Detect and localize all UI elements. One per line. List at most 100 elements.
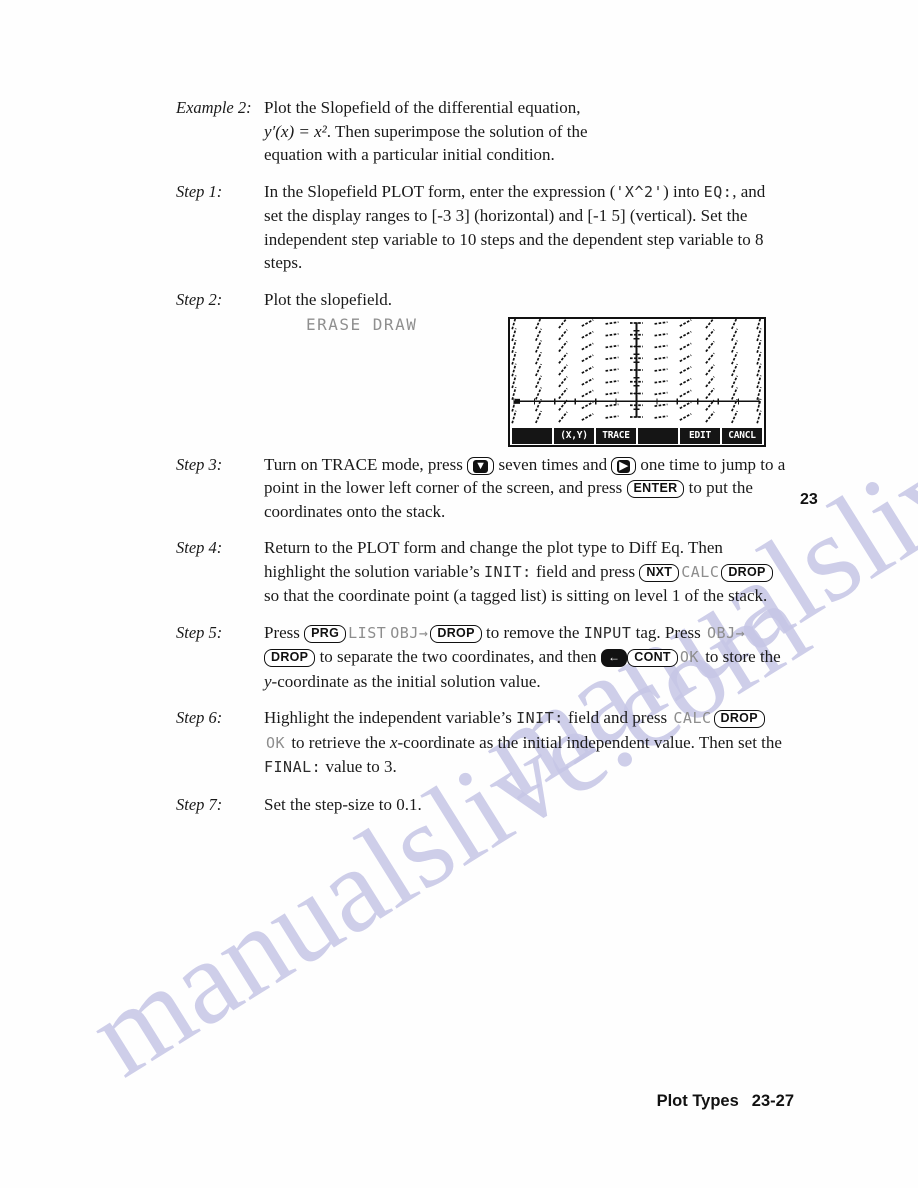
example-equation: y′(x) = x² <box>264 121 327 141</box>
trace-cursor <box>515 398 520 404</box>
slope-tick <box>558 329 568 341</box>
slope-tick <box>756 410 762 424</box>
slope-tick <box>511 387 517 400</box>
drop-key[interactable]: DROP <box>264 649 316 667</box>
softkey-edit[interactable]: EDIT <box>680 428 720 444</box>
final-field: FINAL: <box>264 758 322 776</box>
step-6-label: Step 6: <box>176 708 223 727</box>
slope-tick <box>581 319 594 327</box>
slope-tick <box>558 364 568 376</box>
left-shift-key[interactable]: ← <box>600 649 628 667</box>
step-6-text-4: -coordinate as the initial independent v… <box>397 732 782 752</box>
slope-tick <box>511 363 517 377</box>
slope-tick <box>581 354 594 363</box>
slope-tick <box>605 403 619 407</box>
slope-tick <box>705 352 715 364</box>
example-body: Plot the Slopefield of the differential … <box>264 96 786 167</box>
slope-tick <box>705 411 715 423</box>
slope-tick <box>558 387 568 400</box>
softkey-x-y[interactable]: (X,Y) <box>554 428 594 444</box>
example-label: Example 2: <box>176 98 252 117</box>
slope-tick <box>679 342 692 351</box>
slope-tick <box>581 330 594 339</box>
example-line-3: equation with a particular initial condi… <box>264 145 555 164</box>
step-6-text-2: field and press <box>563 708 672 727</box>
slope-tick <box>581 389 594 398</box>
softkey-blank-0[interactable] <box>512 428 552 444</box>
example-line-2-suffix: . Then superimpose the solution of the <box>326 121 588 141</box>
step-4-body: Return to the PLOT form and change the p… <box>264 536 786 608</box>
step-4-text-3: so that the coordinate point (a tagged l… <box>264 586 768 605</box>
slope-tick <box>756 319 762 330</box>
step-4-text-2: field and press <box>531 561 640 581</box>
step-5-text-4: to separate the two coordinates, and the… <box>315 647 601 666</box>
slope-tick <box>535 387 542 400</box>
slope-tick <box>654 333 668 337</box>
slope-tick <box>558 352 568 364</box>
slope-tick <box>581 377 594 386</box>
drop-key[interactable]: DROP <box>430 624 482 643</box>
step-5-text-2: to remove the <box>481 622 584 642</box>
slope-tick <box>558 340 568 353</box>
slope-tick <box>511 328 517 342</box>
step-2-text-1: Plot the slopefield. <box>264 289 392 309</box>
margin-chapter-number: 23 <box>800 491 818 508</box>
slope-tick <box>581 366 594 374</box>
slope-tick <box>605 344 619 349</box>
slope-tick <box>654 321 668 325</box>
slope-tick <box>605 415 619 419</box>
slope-tick <box>535 410 542 424</box>
enter-key[interactable]: ENTER <box>626 480 685 498</box>
slope-tick <box>654 344 668 349</box>
example-line-2: y′(x) = x². Then superimpose the solutio… <box>264 120 786 144</box>
slope-tick <box>605 356 619 360</box>
slope-tick <box>731 340 738 353</box>
softkey-blank-3[interactable] <box>638 428 678 444</box>
drop-key[interactable]: DROP <box>713 710 765 728</box>
softkey-menu-bar: (X,Y) TRACE EDIT CANCL <box>510 428 764 445</box>
slope-tick <box>511 375 517 389</box>
slope-tick <box>654 391 668 396</box>
slope-tick <box>535 363 542 377</box>
slope-tick <box>605 321 619 325</box>
page-footer: Plot Types 23-27 <box>657 1092 794 1111</box>
cont-key[interactable]: CONT <box>627 649 678 667</box>
slope-tick <box>535 375 542 389</box>
softkey-cancl[interactable]: CANCL <box>722 428 762 444</box>
drop-key[interactable]: DROP <box>721 563 773 582</box>
step-6-init-field: INIT: <box>516 709 564 727</box>
arrow-down-icon: ▼ <box>473 459 489 473</box>
down-arrow-key[interactable]: ▼ <box>467 456 495 475</box>
right-arrow-key[interactable]: ▶ <box>611 456 637 475</box>
step-5-block: Step 5: Press PRG LIST OBJ→ DROP to remove … <box>176 621 786 694</box>
step-5-text-6: -coordinate as the initial solution valu… <box>271 671 541 691</box>
slope-tick <box>654 368 668 372</box>
example-line-1: Plot the Slopefield of the differential … <box>264 98 581 117</box>
content-column: Example 2: Plot the Slopefield of the di… <box>176 96 786 829</box>
slope-tick <box>679 330 692 339</box>
softkey-trace[interactable]: TRACE <box>596 428 636 444</box>
slope-tick <box>558 376 568 388</box>
obj-to-softkey[interactable]: OBJ→ <box>705 624 747 642</box>
slope-tick <box>511 319 517 330</box>
arrow-left-icon: ← <box>607 650 621 664</box>
calc-softkey[interactable]: CALC <box>671 709 713 727</box>
ok-softkey[interactable]: OK <box>678 648 701 666</box>
slope-tick <box>705 387 715 400</box>
slope-tick <box>535 328 542 342</box>
ok-softkey[interactable]: OK <box>264 734 287 752</box>
slope-tick <box>756 340 762 353</box>
step-4-block: Step 4: Return to the PLOT form and chan… <box>176 536 786 608</box>
nxt-key[interactable]: NXT <box>639 563 680 582</box>
prg-key[interactable]: PRG <box>304 624 347 643</box>
list-softkey[interactable]: LIST <box>346 624 388 642</box>
step-1-eq-field: EQ: <box>703 182 733 201</box>
slope-tick <box>605 391 619 396</box>
step-1-label: Step 1: <box>176 181 223 201</box>
slope-tick <box>679 413 692 421</box>
step-5-body: Press PRG LIST OBJ→ DROP to remove the INPU… <box>264 621 786 694</box>
step-4-init-field: INIT: <box>484 562 532 581</box>
calc-softkey[interactable]: CALC <box>679 563 721 581</box>
slope-tick <box>705 329 715 341</box>
obj-to-softkey[interactable]: OBJ→ <box>388 624 430 642</box>
